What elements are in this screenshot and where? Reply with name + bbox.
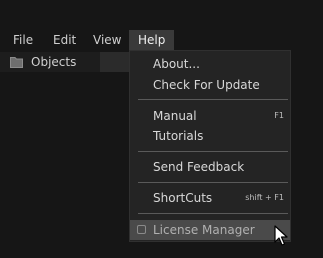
menu-help[interactable]: Help — [129, 30, 175, 50]
menu-item-license-manager[interactable]: License Manager — [130, 220, 290, 240]
panel-header-strip — [100, 52, 130, 72]
menu-separator — [138, 99, 288, 100]
menu-item-label: Send Feedback — [153, 160, 245, 174]
menu-item-label: ShortCuts — [153, 191, 213, 205]
menu-file[interactable]: File — [13, 30, 33, 50]
menu-item-label: Tutorials — [153, 129, 204, 143]
menu-item-label: Manual — [153, 109, 197, 123]
objects-label: Objects — [31, 55, 77, 69]
menu-item-label: Check For Update — [153, 78, 260, 92]
menu-item-tutorials[interactable]: Tutorials — [130, 126, 290, 146]
menu-item-shortcut: F1 — [274, 111, 284, 120]
menu-separator — [138, 182, 288, 183]
license-icon — [137, 225, 146, 234]
menu-item-about[interactable]: About... — [130, 54, 290, 74]
mouse-pointer-icon — [274, 225, 288, 246]
menu-item-manual[interactable]: Manual F1 — [130, 106, 290, 126]
menu-item-label: About... — [153, 57, 200, 71]
menu-item-send-feedback[interactable]: Send Feedback — [130, 157, 290, 177]
menu-item-shortcut: shift + F1 — [245, 193, 284, 202]
menu-edit[interactable]: Edit — [53, 30, 76, 50]
help-dropdown-menu: About... Check For Update Manual F1 Tuto… — [129, 50, 291, 242]
folder-icon — [10, 57, 23, 68]
menu-separator — [138, 213, 288, 214]
menu-separator — [138, 151, 288, 152]
menu-bar: File Edit View Help — [0, 30, 323, 50]
menu-item-label: License Manager — [153, 223, 255, 237]
menu-item-shortcuts[interactable]: ShortCuts shift + F1 — [130, 188, 290, 208]
menu-view[interactable]: View — [93, 30, 121, 50]
menu-item-check-for-update[interactable]: Check For Update — [130, 75, 290, 95]
